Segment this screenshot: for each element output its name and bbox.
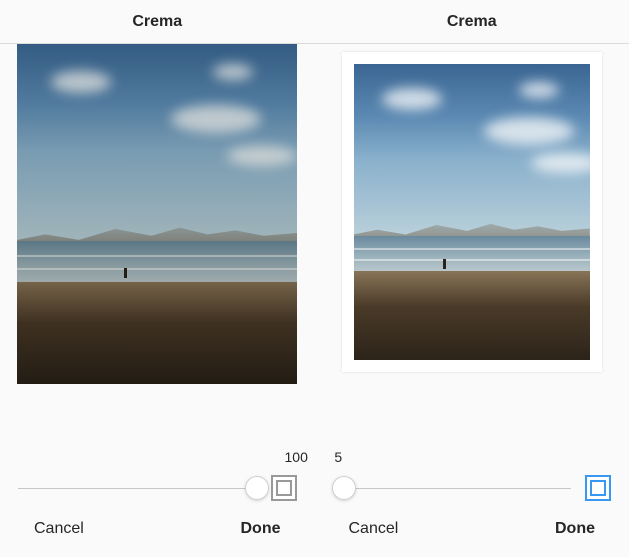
frame-icon	[590, 480, 606, 496]
cancel-button[interactable]: Cancel	[34, 520, 84, 538]
slider-row	[333, 475, 612, 501]
panel-footer: Cancel Done	[0, 501, 315, 557]
filter-editor-comparison: Crema	[0, 0, 629, 557]
slider-thumb[interactable]	[245, 476, 269, 500]
panel-header: Crema	[315, 0, 629, 44]
frame-toggle-button[interactable]	[585, 475, 611, 501]
frame-icon	[276, 480, 292, 496]
slider-value-label: 100	[285, 449, 297, 467]
filter-name-label: Crema	[132, 13, 182, 31]
filter-panel-right: Crema	[315, 0, 629, 557]
slider-thumb[interactable]	[332, 476, 356, 500]
filter-name-label: Crema	[447, 13, 497, 31]
frame-toggle-button[interactable]	[271, 475, 297, 501]
intensity-slider[interactable]	[18, 476, 257, 500]
done-button[interactable]: Done	[555, 520, 595, 538]
photo-preview-area	[0, 44, 315, 421]
intensity-slider[interactable]	[333, 476, 572, 500]
slider-value-label: 5	[334, 449, 611, 467]
done-button[interactable]: Done	[241, 520, 281, 538]
filter-panel-left: Crema	[0, 0, 315, 557]
panel-footer: Cancel Done	[315, 501, 629, 557]
photo-preview-area	[315, 44, 629, 421]
slider-row	[18, 475, 297, 501]
panel-header: Crema	[0, 0, 315, 44]
cancel-button[interactable]: Cancel	[349, 520, 399, 538]
photo-preview[interactable]	[17, 44, 297, 384]
photo-preview-bordered[interactable]	[342, 52, 602, 372]
slider-area: 5	[315, 421, 629, 501]
slider-area: 100	[0, 421, 315, 501]
